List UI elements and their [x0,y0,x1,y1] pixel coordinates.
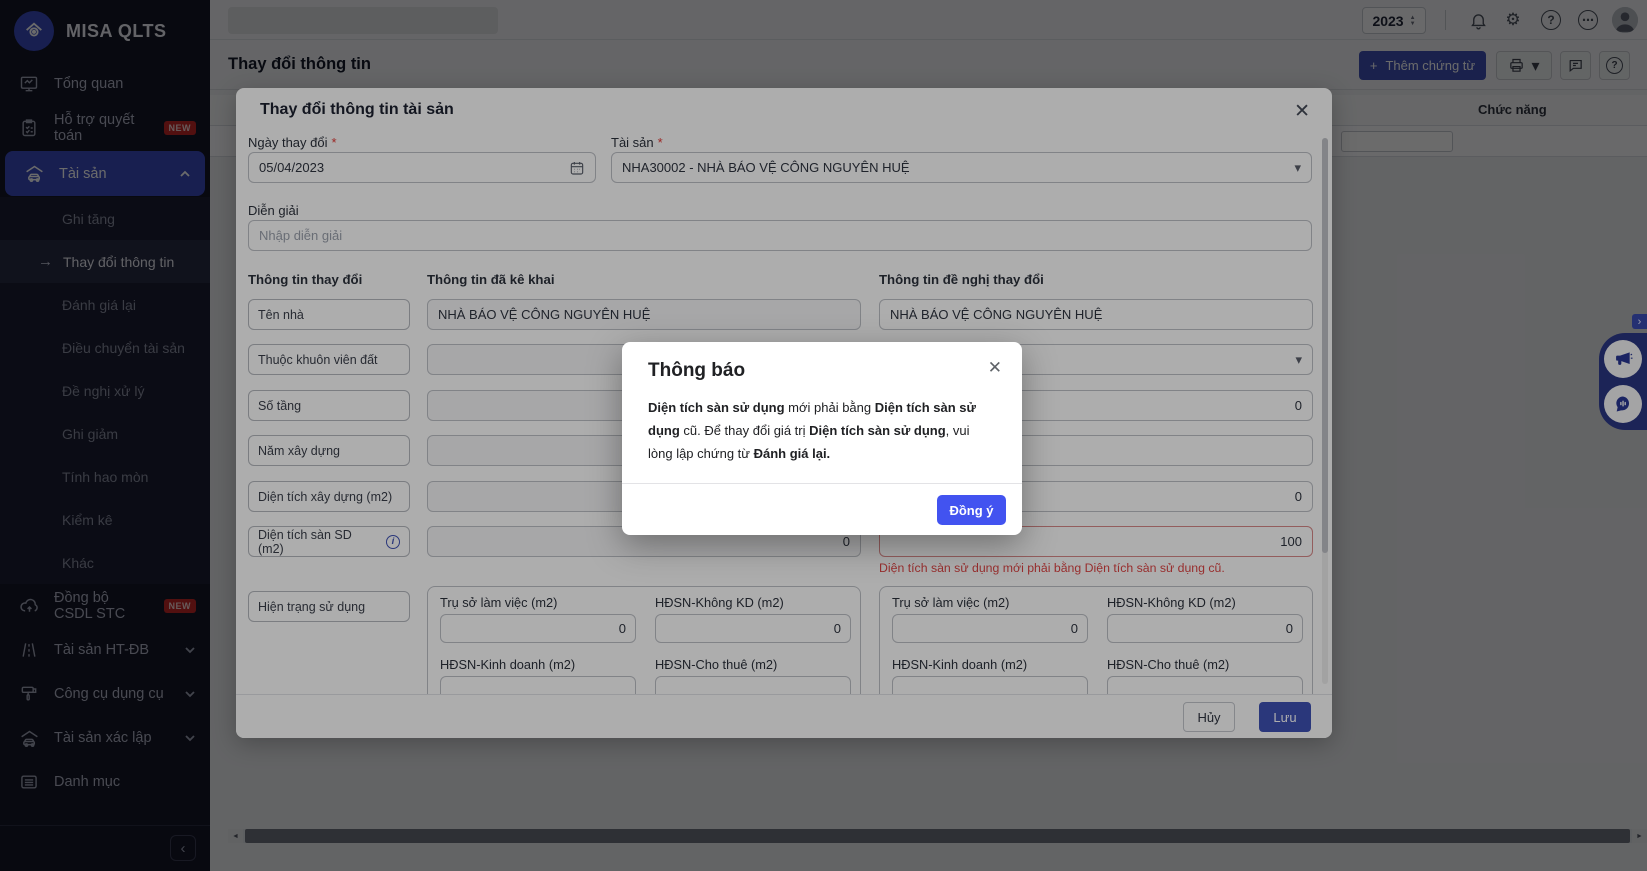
dialog-footer: Đồng ý [622,483,1022,535]
dialog-title: Thông báo [622,360,1022,382]
ok-button[interactable]: Đồng ý [937,495,1006,525]
dialog-message: Diện tích sàn sử dụng mới phải bằng Diện… [622,382,1022,483]
notification-dialog: Thông báo ✕ Diện tích sàn sử dụng mới ph… [622,342,1022,535]
close-icon[interactable]: ✕ [988,358,1002,378]
